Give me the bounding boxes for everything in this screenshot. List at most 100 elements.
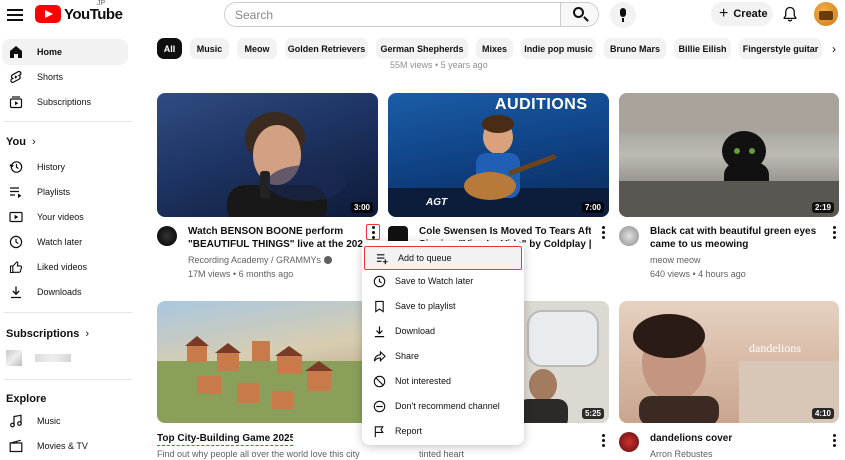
subscriptions-icon — [8, 94, 24, 110]
menu-item-label: Not interested — [395, 376, 452, 386]
menu-item-not-interested[interactable]: Not interested — [362, 369, 524, 393]
menu-item-label: Download — [395, 326, 436, 336]
search-input[interactable] — [225, 3, 561, 26]
notifications-bell-icon[interactable] — [782, 6, 798, 22]
video-meta: 640 views • 4 hours ago — [650, 269, 746, 279]
video-more-actions-button[interactable] — [827, 224, 841, 240]
sidebar-item-history[interactable]: History — [2, 154, 128, 180]
sidebar-item-downloads[interactable]: Downloads — [2, 279, 128, 305]
microphone-icon — [620, 8, 626, 17]
previous-row-meta: 55M views • 5 years ago — [390, 60, 488, 70]
music-icon — [8, 413, 24, 429]
chip-german-shepherds[interactable]: German Shepherds — [376, 38, 468, 59]
sidebar-item-playlists[interactable]: Playlists — [2, 179, 128, 205]
chevron-right-icon[interactable]: › — [832, 42, 836, 56]
thumbnail-image — [633, 314, 839, 423]
watch-later-icon — [8, 234, 24, 250]
sidebar-divider — [4, 312, 132, 313]
user-avatar[interactable] — [814, 2, 838, 26]
your-videos-icon — [8, 209, 24, 225]
sidebar-item-label: Home — [37, 47, 63, 57]
youtube-logo[interactable]: YouTube — [35, 5, 123, 23]
chip-indie-pop-music[interactable]: Indie pop music — [521, 38, 596, 59]
sidebar-item-watch-later[interactable]: Watch later — [2, 229, 128, 255]
home-icon — [8, 44, 24, 60]
video-title-line2[interactable]: came to us meowing — [650, 238, 822, 251]
you-heading-label: You — [6, 136, 26, 148]
create-button[interactable]: + Create — [711, 2, 773, 26]
sidebar-you-heading[interactable]: You › — [6, 136, 36, 148]
menu-item-download[interactable]: Download — [362, 319, 524, 343]
menu-icon[interactable] — [6, 6, 24, 24]
video-more-actions-button[interactable] — [596, 432, 610, 448]
chip-billie-eilish[interactable]: Billie Eilish — [674, 38, 731, 59]
search-button[interactable] — [560, 3, 598, 26]
sidebar-divider — [4, 121, 132, 122]
sidebar-item-music[interactable]: Music — [2, 408, 128, 434]
sidebar-subscriptions-heading[interactable]: Subscriptions › — [6, 328, 89, 340]
sidebar-item-label: History — [37, 162, 66, 172]
sidebar-item-liked-videos[interactable]: Liked videos — [2, 254, 128, 280]
menu-item-add-to-queue[interactable]: Add to queue — [364, 246, 522, 270]
video-thumbnail[interactable]: dandelions 4:10 — [619, 301, 839, 423]
chip-mixes[interactable]: Mixes — [476, 38, 513, 59]
menu-item-report[interactable]: Report — [362, 419, 524, 443]
video-more-actions-button[interactable] — [827, 432, 841, 448]
sidebar-item-label: Movies & TV — [37, 441, 88, 451]
subscriptions-heading-label: Subscriptions — [6, 328, 80, 340]
chip-fingerstyle-guitar[interactable]: Fingerstyle guitar — [739, 38, 822, 59]
logo-region: JP — [97, 0, 106, 7]
menu-item-save-to-playlist[interactable]: Save to playlist — [362, 294, 524, 318]
sidebar-item-label: Watch later — [37, 237, 83, 247]
video-title[interactable]: Top City-Building Game 2025 — [157, 432, 293, 446]
video-thumbnail[interactable]: 2:19 — [619, 93, 839, 217]
channel-avatar[interactable] — [619, 226, 639, 246]
chevron-right-icon: › — [85, 328, 90, 340]
video-more-actions-button[interactable] — [596, 224, 610, 240]
video-title-line2[interactable]: "BEAUTIFUL THINGS" live at the 202... — [188, 238, 363, 251]
sidebar-item-movies-tv[interactable]: Movies & TV — [2, 433, 128, 459]
video-meta: 17M views • 6 months ago — [188, 269, 294, 279]
channel-avatar[interactable] — [157, 226, 177, 246]
liked-videos-icon — [8, 259, 24, 275]
video-more-actions-button[interactable] — [366, 224, 380, 240]
chip-meow[interactable]: Meow — [237, 38, 277, 59]
sidebar: Home Shorts Subscriptions You › History P… — [0, 36, 136, 460]
voice-search-button[interactable] — [610, 2, 636, 28]
video-title[interactable]: dandelions cover — [650, 432, 820, 445]
channel-name[interactable]: Arron Rebustes — [650, 448, 820, 460]
video-title[interactable]: Black cat with beautiful green eyes — [650, 225, 822, 238]
video-title[interactable]: Watch BENSON BOONE perform — [188, 225, 363, 238]
video-duration: 2:19 — [811, 202, 834, 213]
video-title[interactable]: Cole Swensen Is Moved To Tears After — [419, 225, 591, 238]
menu-item-label: Share — [395, 351, 420, 361]
playlists-icon — [8, 184, 24, 200]
sidebar-item-label: Downloads — [37, 287, 82, 297]
sidebar-item-label: Your videos — [37, 212, 84, 222]
video-duration: 4:10 — [811, 408, 834, 419]
channel-name[interactable]: tinted heart — [419, 448, 519, 460]
dont-recommend-icon — [372, 399, 386, 413]
sidebar-item-subscriptions[interactable]: Subscriptions — [2, 89, 128, 115]
video-channel[interactable]: Recording Academy / GRAMMYs — [188, 254, 348, 266]
chip-music[interactable]: Music — [190, 38, 229, 59]
chip-golden-retrievers[interactable]: Golden Retrievers — [285, 38, 368, 59]
sidebar-item-home[interactable]: Home — [2, 39, 128, 65]
channel-avatar[interactable] — [619, 432, 639, 452]
menu-item-dont-recommend-channel[interactable]: Don't recommend channel — [362, 394, 524, 418]
video-thumbnail[interactable]: AUDITIONS AGT 7:00 — [388, 93, 609, 217]
sidebar-item-your-videos[interactable]: Your videos — [2, 204, 128, 230]
thumbnail-image — [227, 112, 347, 217]
channel-name[interactable]: meow meow — [650, 254, 820, 266]
youtube-play-icon — [35, 5, 61, 23]
video-thumbnail[interactable] — [157, 301, 378, 423]
agt-badge: AGT — [426, 197, 448, 208]
chip-bruno-mars[interactable]: Bruno Mars — [604, 38, 666, 59]
menu-item-share[interactable]: Share — [362, 344, 524, 368]
sidebar-item-shorts[interactable]: Shorts — [2, 64, 128, 90]
video-thumbnail[interactable]: 3:00 — [157, 93, 378, 217]
flag-icon — [372, 424, 386, 438]
chip-all[interactable]: All — [157, 38, 182, 59]
menu-item-save-to-watch-later[interactable]: Save to Watch later — [362, 269, 524, 293]
subscription-channel-item[interactable] — [6, 346, 126, 370]
